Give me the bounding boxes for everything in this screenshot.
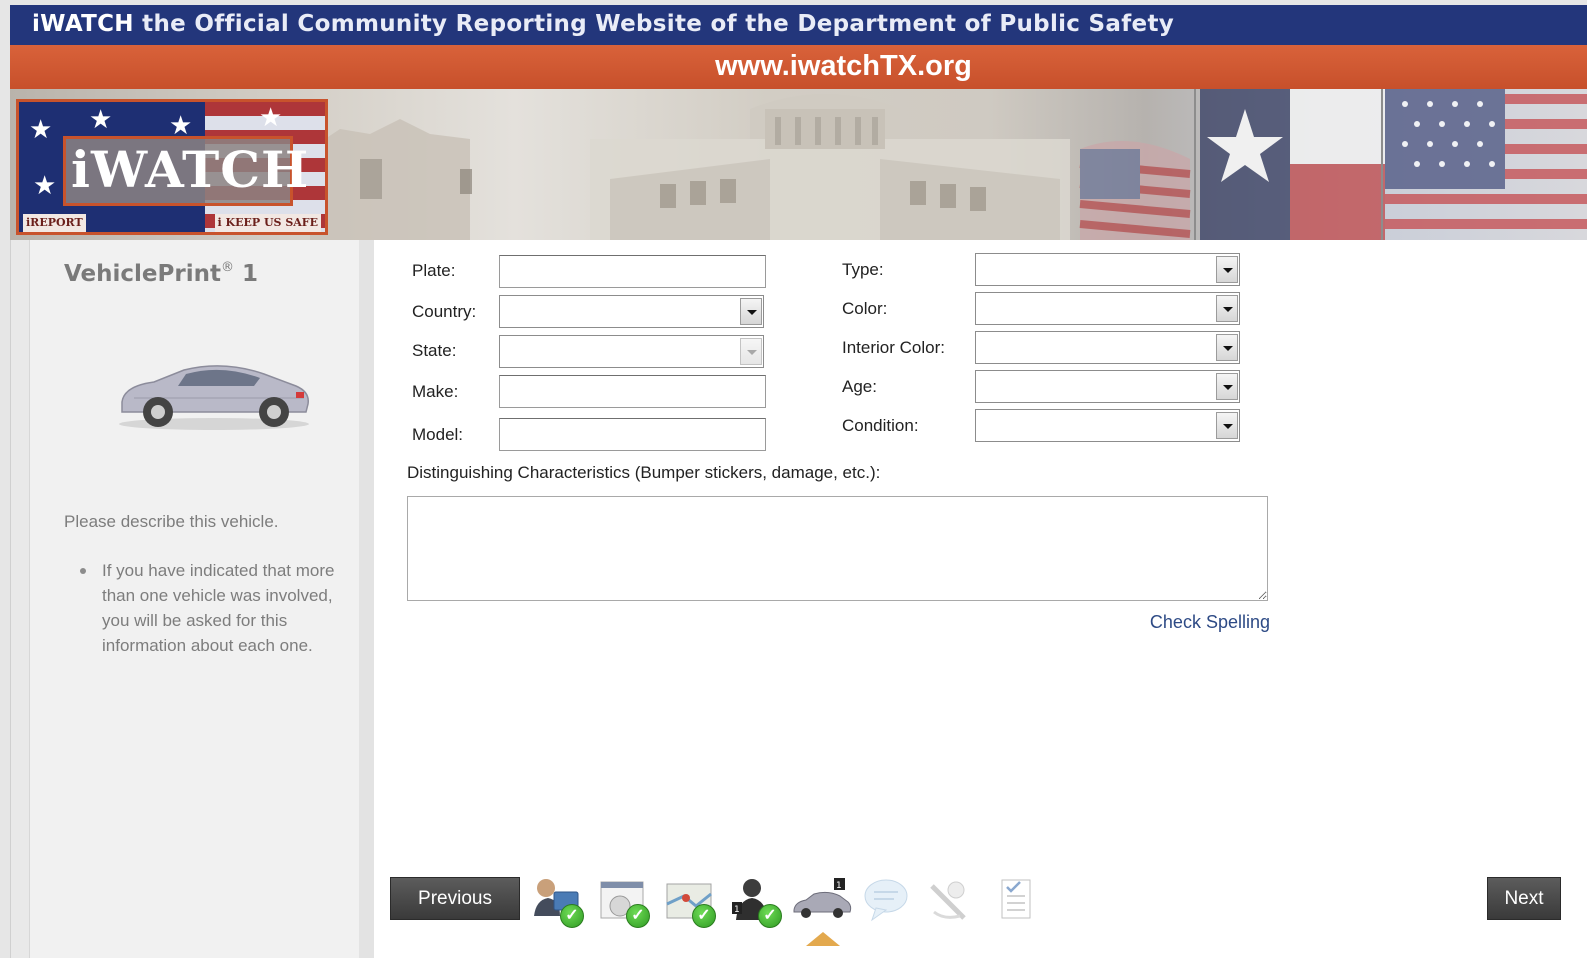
list-item: If you have indicated that more than one… [80, 558, 360, 658]
plate-label: Plate: [412, 261, 456, 280]
svg-text:1: 1 [734, 905, 740, 915]
interior-color-label: Interior Color: [842, 338, 945, 357]
color-select[interactable] [975, 292, 1240, 325]
completed-check-icon: ✓ [626, 904, 650, 928]
chevron-down-icon[interactable] [1216, 373, 1238, 400]
site-url-banner: www.iwatchTX.org [10, 45, 1587, 89]
step-review[interactable] [996, 876, 1048, 928]
age-label: Age: [842, 377, 877, 396]
type-select[interactable] [975, 253, 1240, 286]
logo-star-icon: ★ [89, 104, 113, 134]
site-brand: iWATCH [32, 11, 134, 37]
chevron-down-icon[interactable] [740, 338, 762, 365]
page: iWATCH the Official Community Reporting … [0, 0, 1587, 958]
iwatch-logo: ★ ★ ★ ★ ★ iWATCH iREPORT i KEEP US SAFE [16, 99, 328, 235]
chevron-down-icon[interactable] [740, 298, 762, 325]
logo-star-icon: ★ [33, 170, 57, 200]
country-select[interactable] [499, 295, 764, 328]
site-url: www.iwatchTX.org [715, 50, 972, 82]
vehicle-form: Plate: Country: State: Make: Model: Type… [374, 240, 1587, 958]
step-comments[interactable] [862, 876, 914, 928]
completed-check-icon: ✓ [692, 904, 716, 928]
comments-icon [864, 879, 908, 922]
completed-check-icon: ✓ [560, 904, 584, 928]
age-select[interactable] [975, 370, 1240, 403]
vehicle-icon: 1 [793, 878, 852, 918]
sidebar-panel: VehiclePrint® 1 Please describe this veh… [29, 240, 360, 958]
type-label: Type: [842, 260, 884, 279]
current-step-marker [806, 932, 840, 946]
site-tagline: the Official Community Reporting Website… [133, 11, 1175, 37]
model-label: Model: [412, 425, 464, 444]
sidebar-title-text: VehiclePrint [64, 261, 221, 287]
check-spelling-link[interactable]: Check Spelling [1134, 612, 1270, 633]
make-label: Make: [412, 382, 459, 401]
sidebar-title: VehiclePrint® 1 [64, 260, 258, 287]
chevron-down-icon[interactable] [1216, 334, 1238, 361]
country-label: Country: [412, 302, 477, 321]
logo-star-icon: ★ [259, 102, 283, 132]
state-label: State: [412, 341, 457, 360]
chevron-down-icon[interactable] [1216, 256, 1238, 283]
column-divider [359, 240, 374, 958]
model-input[interactable] [499, 418, 766, 451]
chevron-down-icon[interactable] [1216, 412, 1238, 439]
state-select[interactable] [499, 335, 764, 368]
logo-wordmark: iWATCH [71, 140, 310, 199]
sidebar: VehiclePrint® 1 Please describe this veh… [10, 240, 360, 958]
review-icon [1001, 879, 1031, 919]
attachments-icon [930, 881, 966, 920]
color-label: Color: [842, 299, 888, 318]
vehicle-icon [119, 365, 309, 430]
step-event[interactable]: ✓ [598, 876, 650, 928]
svg-text:1: 1 [836, 881, 842, 891]
condition-label: Condition: [842, 416, 919, 435]
plate-input[interactable] [499, 255, 766, 288]
make-input[interactable] [499, 375, 766, 408]
logo-star-icon: ★ [169, 110, 193, 140]
previous-button[interactable]: Previous [390, 877, 520, 920]
completed-check-icon: ✓ [758, 904, 782, 928]
step-person[interactable]: 1 ✓ [730, 876, 782, 928]
step-location[interactable]: ✓ [664, 876, 716, 928]
step-reporter[interactable]: ✓ [532, 876, 584, 928]
distinguishing-characteristics-textarea[interactable] [407, 496, 1268, 601]
vehicle-number: 1 [233, 261, 258, 287]
logo-star-icon: ★ [29, 114, 53, 144]
site-title-banner: iWATCH the Official Community Reporting … [10, 5, 1587, 45]
sidebar-description: Please describe this vehicle. [64, 512, 279, 531]
distinguishing-characteristics-label: Distinguishing Characteristics (Bumper s… [407, 463, 881, 482]
next-button[interactable]: Next [1487, 877, 1561, 920]
step-vehicle[interactable]: 1 [792, 876, 852, 928]
registered-mark: ® [220, 260, 234, 275]
chevron-down-icon[interactable] [1216, 295, 1238, 322]
logo-keep-us-safe-label: i KEEP US SAFE [214, 214, 321, 232]
step-attachments[interactable] [924, 876, 976, 928]
sidebar-notes: If you have indicated that more than one… [80, 558, 360, 658]
logo-ireport-label: iREPORT [23, 214, 86, 232]
condition-select[interactable] [975, 409, 1240, 442]
interior-color-select[interactable] [975, 331, 1240, 364]
